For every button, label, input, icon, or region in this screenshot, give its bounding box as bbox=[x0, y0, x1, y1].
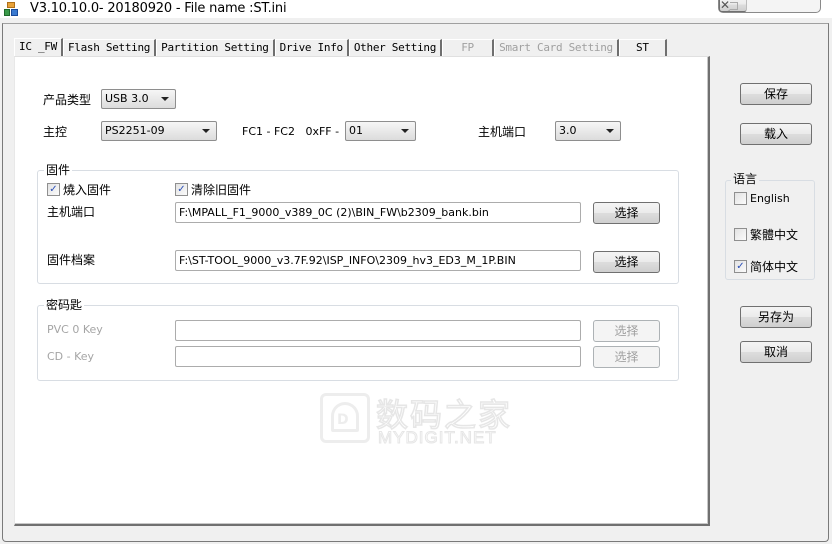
language-english-checkbox[interactable]: English bbox=[734, 192, 790, 205]
chevron-down-icon bbox=[161, 97, 169, 101]
product-type-select[interactable]: USB 3.0 bbox=[101, 89, 176, 109]
save-as-button[interactable]: 另存为 bbox=[740, 306, 812, 328]
tab-st[interactable]: ST bbox=[618, 39, 667, 57]
clear-old-firmware-checkbox[interactable]: ✓ 清除旧固件 bbox=[175, 181, 251, 198]
fc-select[interactable]: 01 bbox=[345, 121, 416, 141]
product-type-label: 产品类型 bbox=[43, 93, 92, 107]
checkbox-unchecked-icon bbox=[734, 192, 747, 205]
tab-other-setting[interactable]: Other Setting bbox=[348, 39, 443, 57]
language-traditional-chinese-checkbox[interactable]: 繁體中文 bbox=[734, 226, 798, 243]
tab-partition-setting[interactable]: Partition Setting bbox=[156, 39, 275, 57]
cancel-button[interactable]: 取消 bbox=[740, 341, 812, 363]
host-port-path-label: 主机端口 bbox=[47, 205, 96, 219]
controller-select[interactable]: PS2251-09 bbox=[101, 121, 217, 141]
checkbox-checked-icon: ✓ bbox=[47, 183, 60, 196]
title-bar: V3.10.10.0- 20180920 - File name :ST.ini… bbox=[0, 0, 832, 18]
ic-fw-panel: 产品类型 USB 3.0 主控 PS2251-09 FC1 - FC2 0xFF… bbox=[14, 56, 710, 526]
fc-value: 01 bbox=[349, 124, 363, 137]
language-simplified-chinese-checkbox[interactable]: ✓ 简体中文 bbox=[734, 258, 798, 275]
controller-value: PS2251-09 bbox=[105, 124, 165, 137]
cd-key-input[interactable] bbox=[175, 346, 581, 367]
pvc0-key-input[interactable] bbox=[175, 320, 581, 341]
clear-old-firmware-label: 清除旧固件 bbox=[191, 183, 252, 197]
host-port-path-input[interactable]: F:\MPALL_F1_9000_v389_0C (2)\BIN_FW\b230… bbox=[175, 202, 581, 223]
pvc0-key-label: PVC 0 Key bbox=[47, 323, 103, 336]
product-type-value: USB 3.0 bbox=[105, 92, 149, 105]
tab-ic-fw[interactable]: IC _FW bbox=[14, 38, 63, 57]
host-port-value: 3.0 bbox=[559, 124, 577, 137]
language-english-label: English bbox=[750, 192, 790, 205]
tab-bar: IC _FW Flash Setting Partition Setting D… bbox=[14, 38, 667, 57]
chevron-down-icon bbox=[202, 129, 210, 133]
chevron-down-icon bbox=[606, 129, 614, 133]
tab-smart-card-setting[interactable]: Smart Card Setting bbox=[494, 39, 619, 57]
checkbox-unchecked-icon bbox=[734, 228, 747, 241]
watermark-en-text: MYDIGIT.NET bbox=[378, 428, 497, 448]
tab-fp[interactable]: FP bbox=[442, 39, 495, 57]
key-group: 密码匙 bbox=[37, 298, 679, 381]
language-traditional-chinese-label: 繁體中文 bbox=[750, 228, 799, 242]
firmware-file-input[interactable]: F:\ST-TOOL_9000_v3.7F.92\ISP_INFO\2309_h… bbox=[175, 250, 581, 271]
window-title: V3.10.10.0- 20180920 - File name :ST.ini bbox=[30, 1, 287, 16]
checkbox-checked-icon: ✓ bbox=[175, 183, 188, 196]
window-controls: ✕ bbox=[718, 0, 821, 13]
watermark: D 数码之家 MYDIGIT.NET bbox=[318, 390, 518, 450]
host-port-browse-button[interactable]: 选择 bbox=[593, 202, 660, 224]
close-icon: ✕ bbox=[720, 0, 731, 12]
app-icon bbox=[4, 2, 18, 16]
burn-firmware-checkbox[interactable]: ✓ 燒入固件 bbox=[47, 181, 111, 198]
host-port-select[interactable]: 3.0 bbox=[555, 121, 621, 141]
language-group-title: 语言 bbox=[731, 172, 760, 186]
pvc0-key-browse-button[interactable]: 选择 bbox=[593, 320, 660, 342]
firmware-file-browse-button[interactable]: 选择 bbox=[593, 251, 660, 273]
checkbox-checked-icon: ✓ bbox=[734, 260, 747, 273]
language-simplified-chinese-label: 简体中文 bbox=[750, 260, 799, 274]
firmware-file-label: 固件档案 bbox=[47, 253, 96, 267]
close-button[interactable]: ✕ bbox=[719, 0, 731, 12]
burn-firmware-label: 燒入固件 bbox=[63, 183, 112, 197]
watermark-logo-icon: D bbox=[320, 393, 370, 443]
cd-key-label: CD - Key bbox=[47, 350, 95, 363]
tab-drive-info[interactable]: Drive Info bbox=[274, 39, 349, 57]
chevron-down-icon bbox=[401, 129, 409, 133]
fc-label: FC1 - FC2 0xFF - bbox=[242, 125, 340, 138]
cd-key-browse-button[interactable]: 选择 bbox=[593, 346, 660, 368]
controller-label: 主控 bbox=[43, 125, 68, 139]
host-port-label: 主机端口 bbox=[478, 125, 527, 139]
key-group-title: 密码匙 bbox=[44, 298, 85, 312]
load-button[interactable]: 载入 bbox=[740, 123, 812, 145]
firmware-group-title: 固件 bbox=[44, 163, 73, 177]
tab-flash-setting[interactable]: Flash Setting bbox=[62, 39, 157, 57]
save-button[interactable]: 保存 bbox=[740, 83, 812, 105]
